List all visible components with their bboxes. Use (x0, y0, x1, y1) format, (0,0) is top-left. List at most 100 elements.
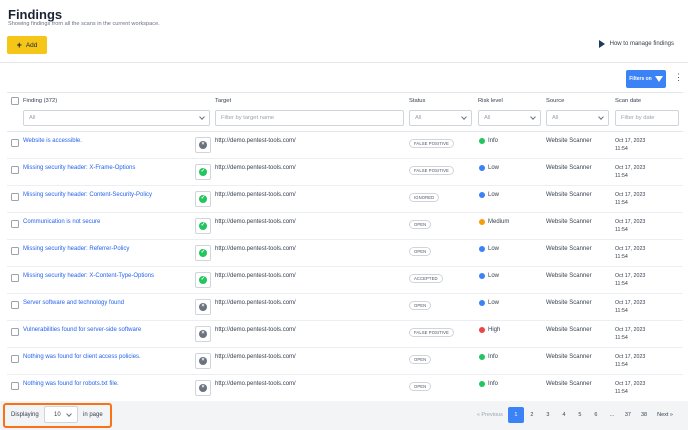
more-options-icon[interactable]: ⋮ (674, 73, 683, 82)
verification-button[interactable]: ✓ (195, 164, 211, 180)
displaying-label: Displaying (11, 412, 39, 418)
page-button[interactable]: 37 (620, 407, 636, 423)
verification-button[interactable]: ✓ (195, 272, 211, 288)
add-button[interactable]: + Add (7, 36, 47, 54)
target-url: http://demo.pentest-tools.com/ (215, 219, 296, 225)
pagination: « Previous 1 2 3 4 5 6... 37 38 Next » (472, 407, 678, 423)
risk-dot-icon (479, 138, 485, 144)
risk-dot-icon (479, 246, 485, 252)
table-row: Website is accessible. × http://demo.pente… (7, 132, 683, 159)
risk-label: High (488, 327, 501, 333)
plus-icon: + (16, 39, 22, 50)
status-badge[interactable]: FALSE POSITIVE (409, 328, 454, 337)
row-checkbox[interactable] (11, 166, 19, 174)
status-badge[interactable]: OPEN (409, 355, 432, 364)
select-all-checkbox[interactable] (11, 97, 19, 105)
row-checkbox[interactable] (11, 301, 19, 309)
row-checkbox[interactable] (11, 247, 19, 255)
page-button[interactable]: 38 (636, 407, 652, 423)
date-filter-input[interactable]: Filter by date (615, 110, 679, 126)
finding-link[interactable]: Missing security header: X-Content-Type-… (23, 273, 154, 279)
finding-link[interactable]: Server software and technology found (23, 300, 124, 306)
verification-button[interactable]: × (195, 137, 211, 153)
row-checkbox[interactable] (11, 139, 19, 147)
page-button[interactable]: 5 (572, 407, 588, 423)
status-badge[interactable]: FALSE POSITIVE (409, 139, 454, 148)
scan-date-time: 11:54 (615, 200, 628, 206)
finding-link[interactable]: Website is accessible. (23, 138, 82, 144)
x-circle-icon: × (199, 330, 207, 338)
verification-button[interactable]: × (195, 353, 211, 369)
status-badge[interactable]: FALSE POSITIVE (409, 166, 454, 175)
status-badge[interactable]: IGNORED (409, 193, 440, 202)
status-filter-select[interactable]: All (409, 110, 472, 126)
scan-date: Oct 17, 2023 11:54 (615, 218, 665, 234)
column-target[interactable]: Target (215, 98, 231, 104)
column-risk-level[interactable]: Risk level (478, 98, 503, 104)
risk-filter-select[interactable]: All (478, 110, 541, 126)
risk-level: Low (479, 165, 499, 171)
verification-button[interactable]: ✓ (195, 191, 211, 207)
page-button[interactable]: 3 (540, 407, 556, 423)
source-label: Website Scanner (546, 165, 592, 171)
row-checkbox[interactable] (11, 355, 19, 363)
source-filter-value: All (552, 115, 559, 121)
risk-label: Info (488, 138, 499, 144)
filters-toggle-button[interactable]: Filters on (626, 70, 666, 88)
risk-label: Low (488, 165, 500, 171)
row-checkbox[interactable] (11, 220, 19, 228)
verification-button[interactable]: ✓ (195, 218, 211, 234)
next-page-button[interactable]: Next » (652, 407, 678, 423)
verification-button[interactable]: × (195, 380, 211, 396)
finding-filter-select[interactable]: All (23, 110, 210, 126)
scan-date: Oct 17, 2023 11:54 (615, 272, 665, 288)
risk-level: Low (479, 273, 499, 279)
table-row: Nothing was found for client access poli… (7, 348, 683, 375)
table-row: Missing security header: X-Frame-Options… (7, 159, 683, 186)
row-checkbox[interactable] (11, 193, 19, 201)
funnel-icon (654, 76, 663, 82)
check-circle-icon: ✓ (199, 195, 207, 203)
row-checkbox[interactable] (11, 328, 19, 336)
finding-link[interactable]: Missing security header: X-Frame-Options (23, 165, 135, 171)
finding-link[interactable]: Communication is not secure (23, 219, 100, 225)
finding-link[interactable]: Nothing was found for client access poli… (23, 354, 141, 360)
page-button[interactable]: 6 (588, 407, 604, 423)
how-to-manage-findings-link[interactable]: How to manage findings (598, 40, 674, 48)
row-checkbox[interactable] (11, 382, 19, 390)
target-filter-input[interactable]: Filter by target name (215, 110, 404, 126)
page-button[interactable]: 4 (556, 407, 572, 423)
finding-link[interactable]: Nothing was found for robots.txt file. (23, 381, 119, 387)
row-checkbox[interactable] (11, 274, 19, 282)
page-button[interactable]: 2 (524, 407, 540, 423)
finding-link[interactable]: Missing security header: Content-Securit… (23, 192, 152, 198)
status-badge[interactable]: OPEN (409, 247, 432, 256)
finding-link[interactable]: Vulnerabilities found for server-side so… (23, 327, 141, 333)
verification-button[interactable]: × (195, 326, 211, 342)
chevron-down-icon (66, 410, 72, 417)
check-circle-icon: ✓ (199, 168, 207, 176)
risk-dot-icon (479, 327, 485, 333)
column-source[interactable]: Source (546, 98, 564, 104)
status-badge[interactable]: ACCEPTED (409, 274, 443, 283)
finding-link[interactable]: Missing security header: Referrer-Policy (23, 246, 129, 252)
verification-button[interactable]: ✓ (195, 245, 211, 261)
scan-date-time: 11:54 (615, 335, 628, 341)
page-button[interactable]: 1 (507, 407, 524, 423)
source-filter-select[interactable]: All (546, 110, 609, 126)
previous-page-button[interactable]: « Previous (472, 407, 508, 423)
risk-dot-icon (479, 219, 485, 225)
scan-date: Oct 17, 2023 11:54 (615, 326, 665, 342)
column-scan-date[interactable]: Scan date (615, 98, 641, 104)
status-badge[interactable]: OPEN (409, 220, 432, 229)
scan-date-day: Oct 17, 2023 (615, 300, 646, 306)
status-badge[interactable]: OPEN (409, 301, 432, 310)
status-badge[interactable]: OPEN (409, 382, 432, 391)
verification-button[interactable]: × (195, 299, 211, 315)
page-size-select[interactable]: 10 (44, 406, 78, 423)
column-finding[interactable]: Finding (372) (23, 98, 57, 104)
column-status[interactable]: Status (409, 98, 425, 104)
table-row: Nothing was found for robots.txt file. × h… (7, 375, 683, 402)
scan-date-time: 11:54 (615, 308, 628, 314)
source-label: Website Scanner (546, 219, 592, 225)
